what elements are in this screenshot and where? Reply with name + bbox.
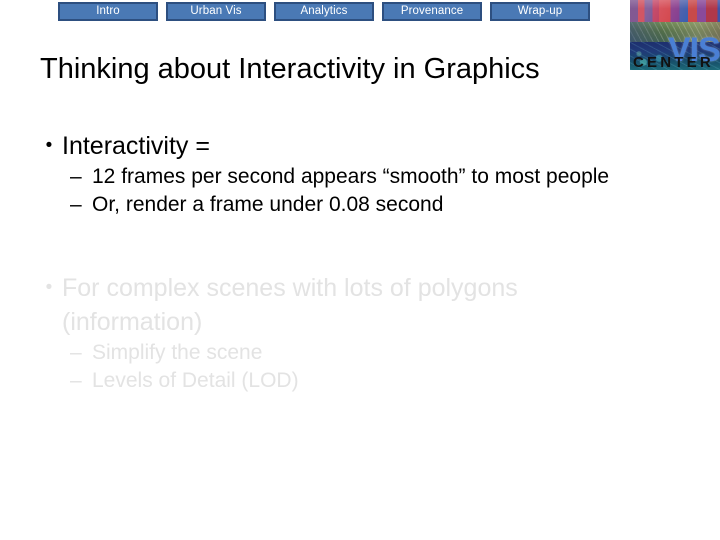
sub-bullet-text: Or, render a frame under 0.08 second: [92, 193, 444, 216]
bullet-item: • For complex scenes with lots of polygo…: [36, 271, 696, 339]
sub-bullet-text: Simplify the scene: [92, 341, 263, 364]
sub-bullet-item: – Simplify the scene: [36, 339, 696, 367]
dash-marker-icon: –: [70, 165, 82, 188]
logo-mosaic-band-icon: [630, 0, 720, 22]
logo-subtext: CENTER: [633, 54, 714, 70]
dash-marker-icon: –: [70, 369, 82, 392]
dash-marker-icon: –: [70, 341, 82, 364]
bullet-marker-icon: •: [45, 277, 53, 298]
slide-body: • Interactivity = – 12 frames per second…: [36, 129, 696, 395]
page-title: Thinking about Interactivity in Graphics: [40, 53, 540, 85]
tab-urban-vis[interactable]: Urban Vis: [166, 2, 266, 21]
tab-wrap-up[interactable]: Wrap-up: [490, 2, 590, 21]
bullet-item: • Interactivity =: [36, 129, 696, 163]
tab-provenance[interactable]: Provenance: [382, 2, 482, 21]
bullet-marker-icon: •: [45, 135, 53, 156]
bullet-group-interactivity: • Interactivity = – 12 frames per second…: [36, 129, 696, 219]
tab-analytics[interactable]: Analytics: [274, 2, 374, 21]
sub-bullet-text: 12 frames per second appears “smooth” to…: [92, 165, 610, 188]
dash-marker-icon: –: [70, 193, 82, 216]
vis-center-logo: VIS CENTER: [630, 0, 720, 70]
tab-intro[interactable]: Intro: [58, 2, 158, 21]
bullet-text: For complex scenes with lots of polygons…: [62, 274, 518, 336]
sub-bullet-item: – Or, render a frame under 0.08 second: [36, 191, 696, 219]
top-tab-navigation: Intro Urban Vis Analytics Provenance Wra…: [58, 2, 590, 21]
bullet-group-complex-scenes: • For complex scenes with lots of polygo…: [36, 271, 696, 395]
sub-bullet-item: – Levels of Detail (LOD): [36, 367, 696, 395]
sub-bullet-item: – 12 frames per second appears “smooth” …: [36, 163, 696, 191]
sub-bullet-text: Levels of Detail (LOD): [92, 369, 299, 392]
bullet-text: Interactivity =: [62, 132, 210, 160]
